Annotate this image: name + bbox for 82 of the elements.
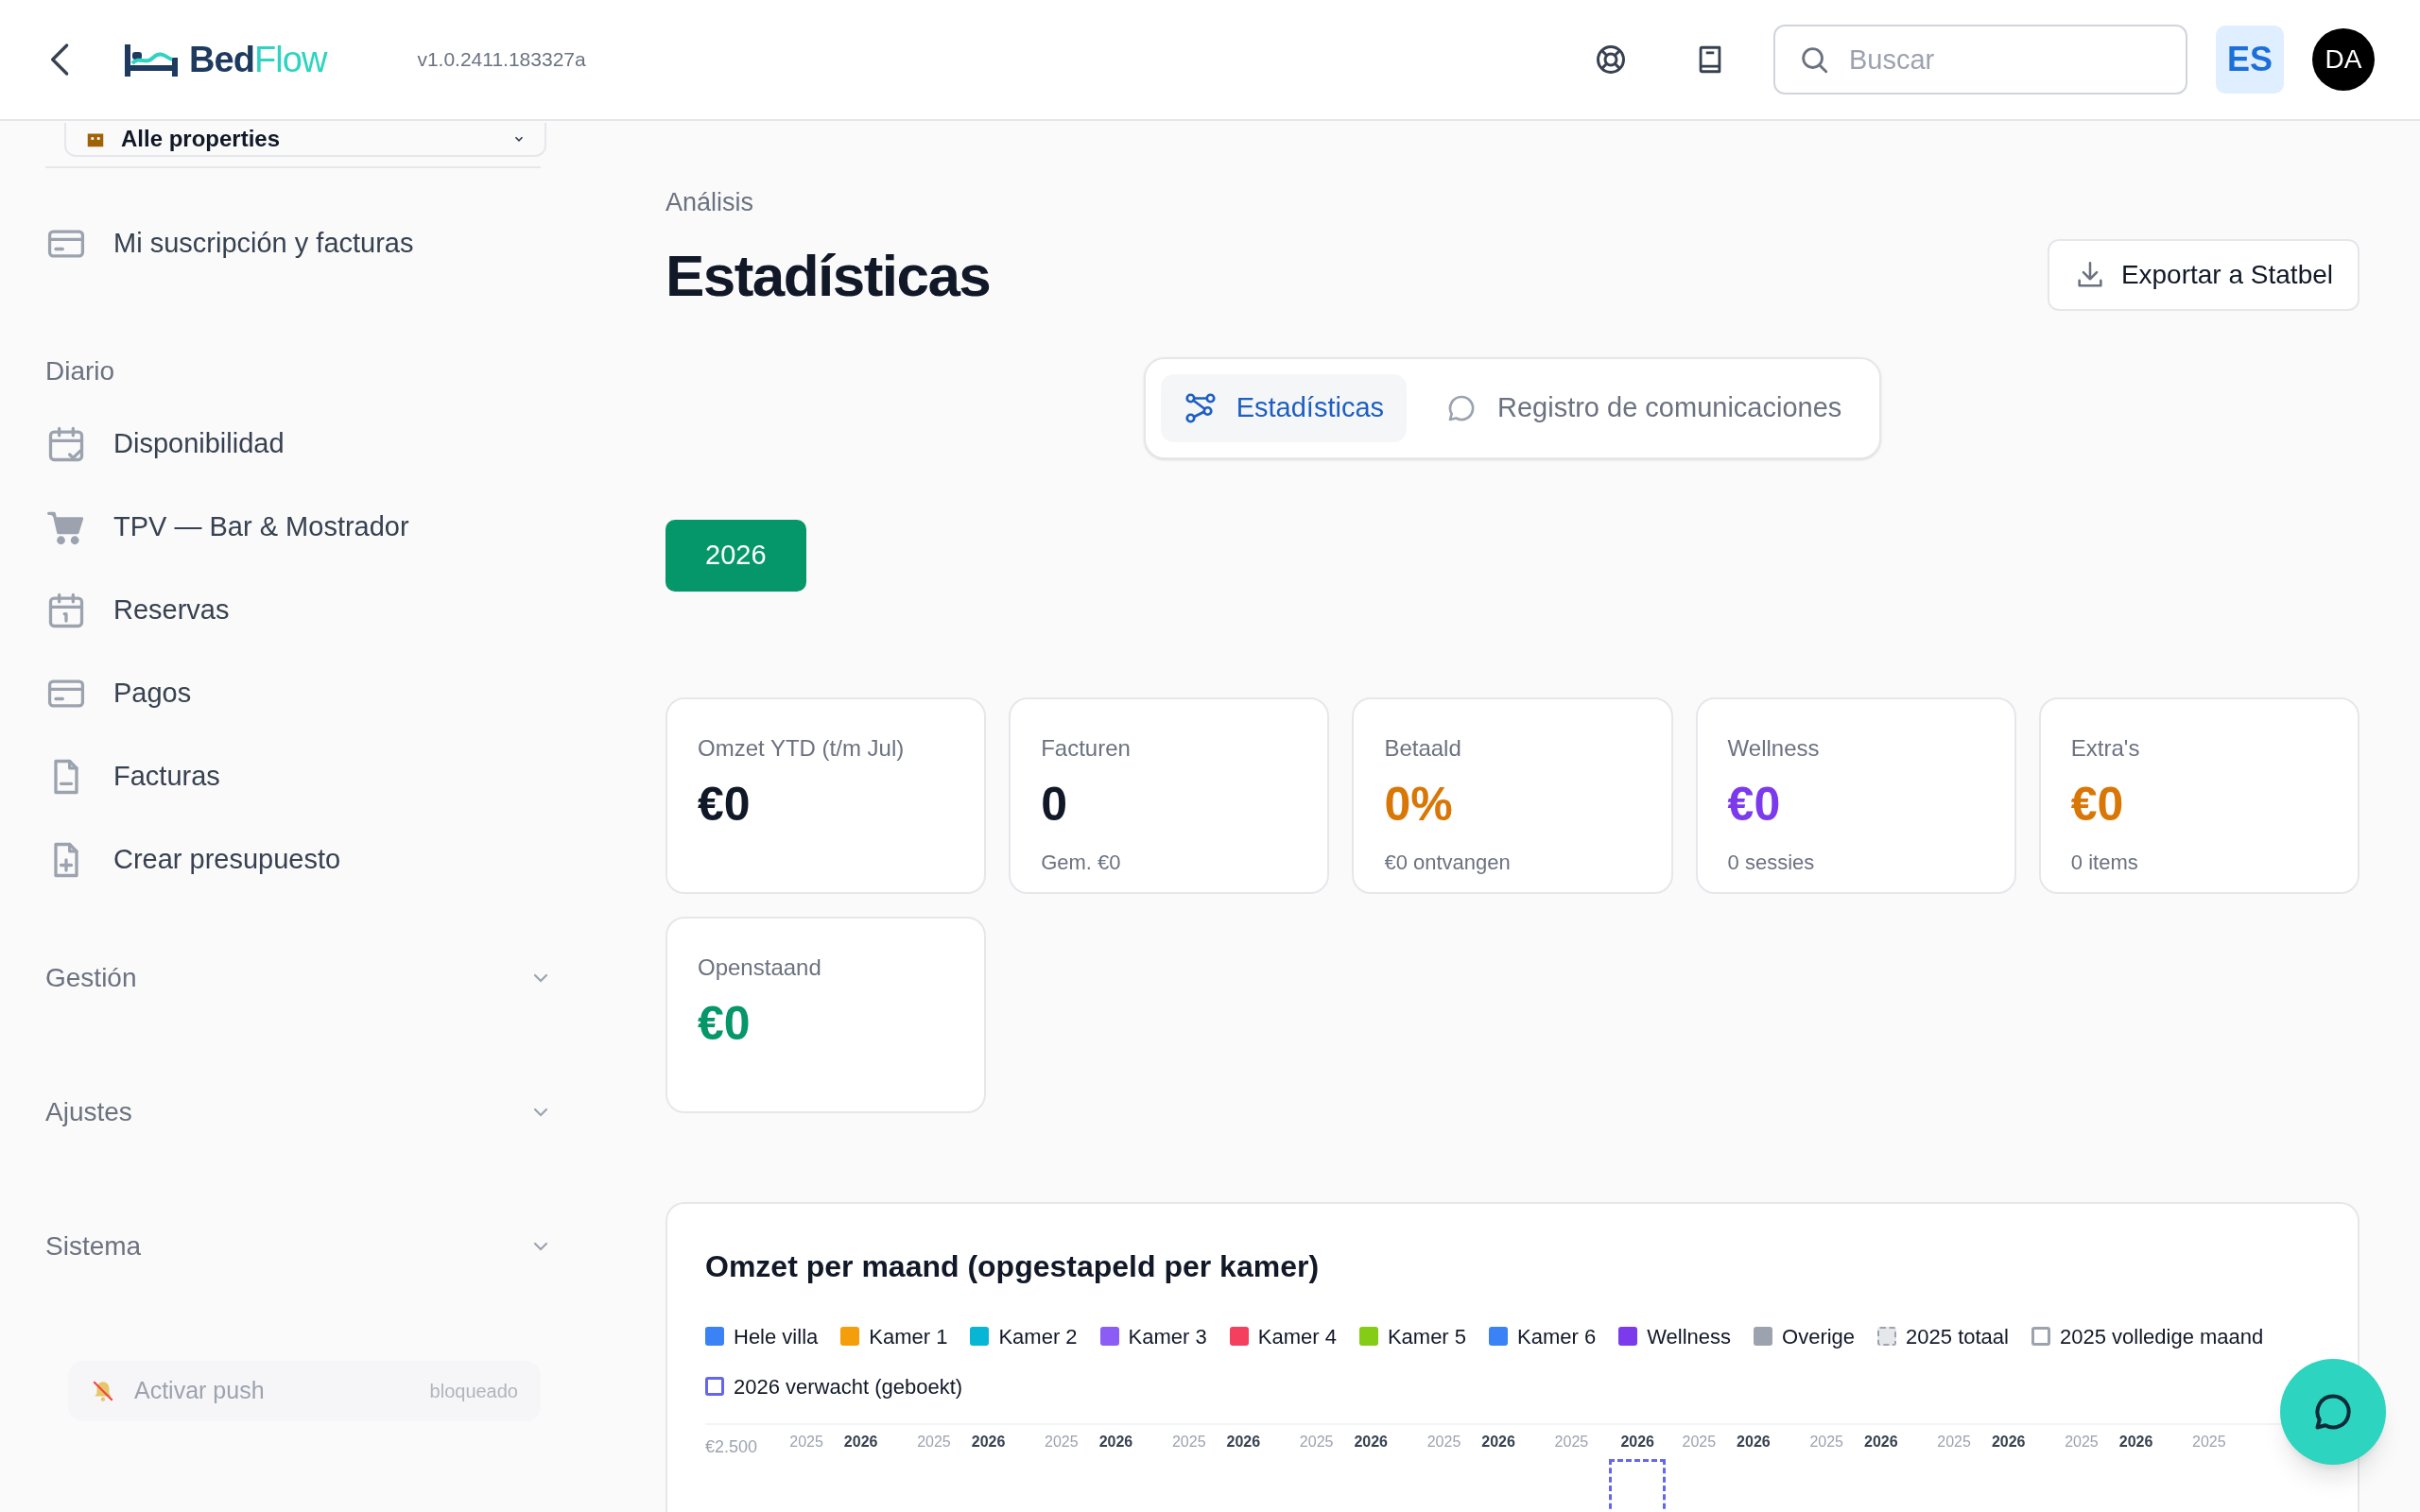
sidebar-item[interactable]: Facturas: [45, 735, 541, 818]
axis-label: 2025: [1937, 1432, 1971, 1452]
axis-label: 2025: [1426, 1432, 1461, 1452]
axis-label: 2025: [1682, 1432, 1717, 1452]
muted-bell-icon: [91, 1379, 115, 1403]
legend-label: Kamer 5: [1387, 1323, 1467, 1350]
axis-label: 2026: [2118, 1432, 2153, 1452]
sidebar-item[interactable]: Crear presupuesto: [45, 818, 541, 902]
chat-icon: [2312, 1391, 2354, 1433]
stat-value: €0: [698, 780, 752, 828]
legend-label: Kamer 1: [869, 1323, 948, 1350]
stat-subtext: €0 ontvangen: [1384, 849, 1512, 876]
status-label: bloqueado: [429, 1380, 518, 1403]
stat-label: Openstaand: [698, 953, 822, 982]
axis-label: 2026: [1098, 1432, 1133, 1452]
stat-value: 0: [1041, 780, 1068, 828]
language-button[interactable]: ES: [2216, 26, 2284, 94]
sidebar-item[interactable]: Reservas: [45, 569, 541, 652]
legend-label: Overige: [1782, 1323, 1856, 1350]
page-title: Estadísticas: [666, 241, 991, 310]
axis-label: 2026: [1620, 1432, 1654, 1452]
version-label: v1.0.2411.183327a: [417, 47, 586, 73]
legend-label: Hele villa: [734, 1323, 819, 1350]
axis-label: 2025: [1171, 1432, 1206, 1452]
legend-label: Kamer 2: [998, 1323, 1078, 1350]
legend-label: 2025 totaal: [1906, 1323, 2009, 1350]
stat-value: €0: [698, 999, 752, 1047]
stat-subtext: 0 sessies: [1727, 849, 1816, 876]
axis-label: 2026: [971, 1432, 1006, 1452]
axis-label: 2025: [917, 1432, 951, 1452]
section-toggle[interactable]: Sistema: [45, 1227, 552, 1266]
stat-label: Omzet YTD (t/m Jul): [698, 733, 906, 763]
stat-value: €0: [1727, 780, 1782, 828]
axis-label: 2026: [1864, 1432, 1898, 1452]
sidebar-item[interactable]: Mi suscripción y facturas: [45, 202, 541, 285]
help-button[interactable]: [1594, 43, 1628, 77]
axis-label: 2026: [1226, 1432, 1261, 1452]
axis-label: 2026: [1354, 1432, 1388, 1452]
avatar-button[interactable]: DA: [2312, 28, 2375, 91]
axis-label: 2026: [1737, 1432, 1771, 1452]
stat-label: Extra's: [2070, 733, 2141, 763]
axis-label: 2025: [1809, 1432, 1843, 1452]
legend-label: Kamer 4: [1257, 1323, 1337, 1350]
stat-value: €0: [2070, 780, 2125, 828]
axis-label: 2026: [1991, 1432, 2026, 1452]
sidebar-item[interactable]: Pagos: [45, 652, 541, 735]
stat-label: Wellness: [1727, 733, 1821, 763]
axis-label: 2025: [2192, 1432, 2226, 1452]
axis-label: 2025: [2065, 1432, 2099, 1452]
legend-label: 2026 verwacht (geboekt): [734, 1373, 963, 1400]
legend-label: Wellness: [1647, 1323, 1732, 1350]
logo[interactable]: BedFlow: [123, 32, 327, 87]
axis-tick: €2.500: [705, 1435, 759, 1458]
stat-subtext: 0 items: [2070, 849, 2139, 876]
stat-subtext: Gem. €0: [1041, 849, 1122, 876]
property-select[interactable]: Alle properties: [64, 123, 546, 157]
legend-label: Kamer 6: [1517, 1323, 1597, 1350]
stat-value: 0%: [1384, 780, 1454, 828]
section-toggle[interactable]: Ajustes: [45, 1092, 552, 1132]
stat-label: Facturen: [1041, 733, 1132, 763]
legend-label: 2025 volledige maand: [2060, 1323, 2264, 1350]
sidebar-item[interactable]: Disponibilidad: [45, 403, 541, 486]
stat-label: Betaald: [1384, 733, 1462, 763]
axis-label: 2025: [789, 1432, 823, 1452]
chart-title: Omzet per maand (opgestapeld per kamer): [705, 1247, 1321, 1285]
section-heading: Diario: [45, 355, 116, 387]
breadcrumb: Análisis: [666, 187, 755, 218]
connected-nodes-icon: [1183, 390, 1218, 425]
lifebuoy-icon: [1594, 43, 1628, 77]
section-toggle[interactable]: Gestión: [45, 958, 552, 998]
export-button[interactable]: Exportar a Statbel: [2047, 239, 2360, 311]
search-field[interactable]: Buscar: [1773, 25, 2187, 94]
axis-label: 2025: [1299, 1432, 1334, 1452]
axis-label: 2025: [1554, 1432, 1589, 1452]
legend-label: Kamer 3: [1128, 1323, 1207, 1350]
sidebar-item[interactable]: TPV — Bar & Mostrador: [45, 486, 541, 569]
axis-label: 2026: [1481, 1432, 1515, 1452]
tab[interactable]: Estadísticas: [1160, 373, 1407, 442]
tab[interactable]: Registro de comunicaciones: [1422, 373, 1865, 442]
axis-label: 2025: [1045, 1432, 1079, 1452]
axis-label: 2026: [843, 1432, 878, 1452]
year-button[interactable]: 2026: [666, 519, 806, 592]
